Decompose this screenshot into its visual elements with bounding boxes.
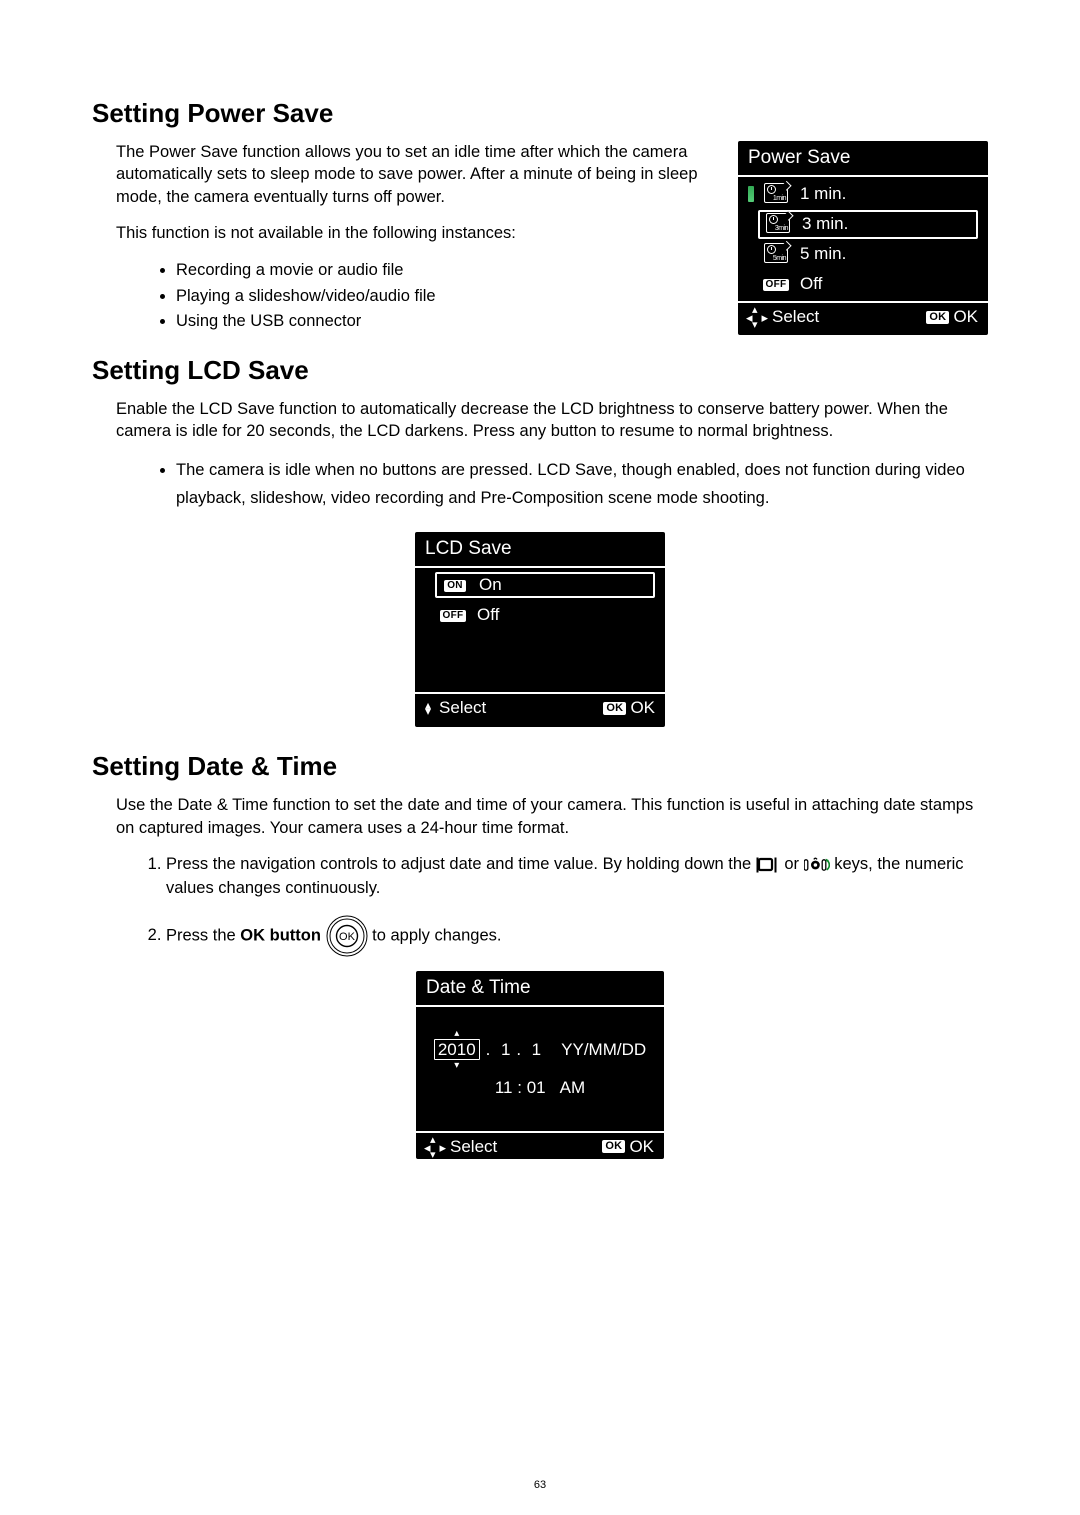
step2-text-b: to apply changes. (372, 926, 501, 944)
step-1: Press the navigation controls to adjust … (166, 853, 988, 901)
power-save-lcd-wrap: Power Save 1min 1 min. 3min 3 min. (738, 141, 988, 335)
power-save-lcd: Power Save 1min 1 min. 3min 3 min. (738, 141, 988, 335)
minute-value[interactable]: 01 (527, 1078, 546, 1097)
lcd-option-label: Off (477, 605, 499, 625)
down-arrow-icon: ▾ (434, 1061, 480, 1071)
lcd-option[interactable]: ON On (415, 570, 665, 600)
ampm-value[interactable]: AM (560, 1078, 586, 1098)
svg-text:OK: OK (339, 931, 356, 943)
month-value[interactable]: 1 (496, 1040, 510, 1060)
heading-power-save: Setting Power Save (92, 98, 988, 129)
year-field[interactable]: ▴ 2010 ▾ (434, 1040, 480, 1060)
lcd-option-label: 3 min. (802, 214, 848, 234)
date-format[interactable]: YY/MM/DD (561, 1040, 646, 1060)
lcd-options: 1min 1 min. 3min 3 min. (738, 177, 988, 301)
nav-cross-icon: ▴▾ (426, 1138, 444, 1156)
lcd-option-label: 5 min. (800, 244, 846, 264)
list-item: Recording a movie or audio file (176, 258, 720, 284)
lcd-save-note-list: The camera is idle when no buttons are p… (116, 456, 988, 512)
footer-select-label: Select (439, 698, 486, 718)
date-time-text: Use the Date & Time function to set the … (116, 794, 988, 956)
clock-1min-icon: 1min (762, 183, 790, 206)
on-badge-icon: ON (441, 579, 469, 592)
date-time-steps: Press the navigation controls to adjust … (116, 853, 988, 957)
list-item: The camera is idle when no buttons are p… (176, 456, 988, 512)
date-time-lcd: Date & Time ▴ 2010 ▾ . 1 . 1 YY/MM/DD 11… (416, 971, 664, 1159)
ok-button-icon: OK (326, 915, 368, 957)
lcd-footer: ▴▾ Select OK OK (738, 301, 988, 331)
step1-text-b: or (784, 855, 803, 873)
footer-select-label: Select (450, 1137, 497, 1157)
power-save-unavail-intro: This function is not available in the fo… (116, 222, 720, 244)
date-time-paragraph: Use the Date & Time function to set the … (116, 794, 988, 839)
lcd-save-lcd: LCD Save ON On OFF Off ▴▾ Select OK (415, 532, 665, 727)
dot: . (486, 1040, 491, 1060)
step-2: Press the OK button OK to apply changes. (166, 915, 988, 957)
ok-badge-icon: OK (926, 311, 949, 324)
lcd-title: Power Save (738, 141, 988, 177)
heading-date-time: Setting Date & Time (92, 751, 988, 782)
year-value: 2010 (434, 1039, 480, 1060)
lcd-option-label: On (479, 575, 502, 595)
list-item: Playing a slideshow/video/audio file (176, 284, 720, 310)
lcd-option-label: Off (800, 274, 822, 294)
step1-text-a: Press the navigation controls to adjust … (166, 855, 756, 873)
ok-badge-icon: OK (603, 702, 626, 715)
lcd-footer: ▴▾ Select OK OK (415, 692, 665, 722)
clock-5min-icon: 5min (762, 243, 790, 266)
heading-lcd-save: Setting LCD Save (92, 355, 988, 386)
lcd-option-label: 1 min. (800, 184, 846, 204)
dot: . (516, 1040, 521, 1060)
power-save-paragraph: The Power Save function allows you to se… (116, 141, 720, 208)
lcd-option[interactable]: 5min 5 min. (738, 239, 988, 269)
footer-ok-label: OK (630, 698, 655, 718)
clock-3min-icon: 3min (764, 213, 792, 236)
lcd-save-paragraph: Enable the LCD Save function to automati… (116, 398, 988, 443)
power-save-unavail-list: Recording a movie or audio file Playing … (116, 258, 720, 335)
list-item: Using the USB connector (176, 309, 720, 335)
lcd-title: Date & Time (416, 971, 664, 1007)
footer-ok-label: OK (629, 1137, 654, 1157)
step2-bold: OK button (240, 926, 321, 944)
macro-key-icon (804, 857, 830, 873)
step2-text-a: Press the (166, 926, 240, 944)
display-key-icon (756, 857, 780, 873)
colon: : (517, 1078, 526, 1097)
power-save-text: The Power Save function allows you to se… (116, 141, 720, 355)
lcd-option[interactable]: 1min 1 min. (738, 179, 988, 209)
power-save-row: The Power Save function allows you to se… (92, 141, 988, 355)
day-value[interactable]: 1 (527, 1040, 541, 1060)
date-row: ▴ 2010 ▾ . 1 . 1 YY/MM/DD (434, 1040, 646, 1060)
ok-badge-icon: OK (602, 1140, 625, 1153)
lcd-option[interactable]: OFF Off (738, 269, 988, 299)
off-badge-icon: OFF (762, 278, 790, 291)
lcd-option[interactable]: OFF Off (415, 600, 665, 630)
nav-updown-icon: ▴▾ (425, 702, 431, 715)
page-number: 63 (0, 1479, 1080, 1491)
manual-page: Setting Power Save The Power Save functi… (0, 0, 1080, 1515)
lcd-option[interactable]: 3min 3 min. (738, 209, 988, 239)
nav-cross-icon: ▴▾ (748, 308, 766, 326)
selection-marker-icon (748, 186, 754, 202)
lcd-footer: ▴▾ Select OK OK (416, 1131, 664, 1161)
hour-value[interactable]: 11 (495, 1078, 513, 1097)
date-time-body: ▴ 2010 ▾ . 1 . 1 YY/MM/DD 11 : 01 AM (416, 1007, 664, 1131)
up-arrow-icon: ▴ (434, 1029, 480, 1039)
footer-select-label: Select (772, 307, 819, 327)
time-row: 11 : 01 AM (495, 1078, 585, 1098)
footer-ok-label: OK (953, 307, 978, 327)
lcd-title: LCD Save (415, 532, 665, 568)
off-badge-icon: OFF (439, 609, 467, 622)
lcd-save-text: Enable the LCD Save function to automati… (116, 398, 988, 513)
lcd-options: ON On OFF Off (415, 568, 665, 692)
